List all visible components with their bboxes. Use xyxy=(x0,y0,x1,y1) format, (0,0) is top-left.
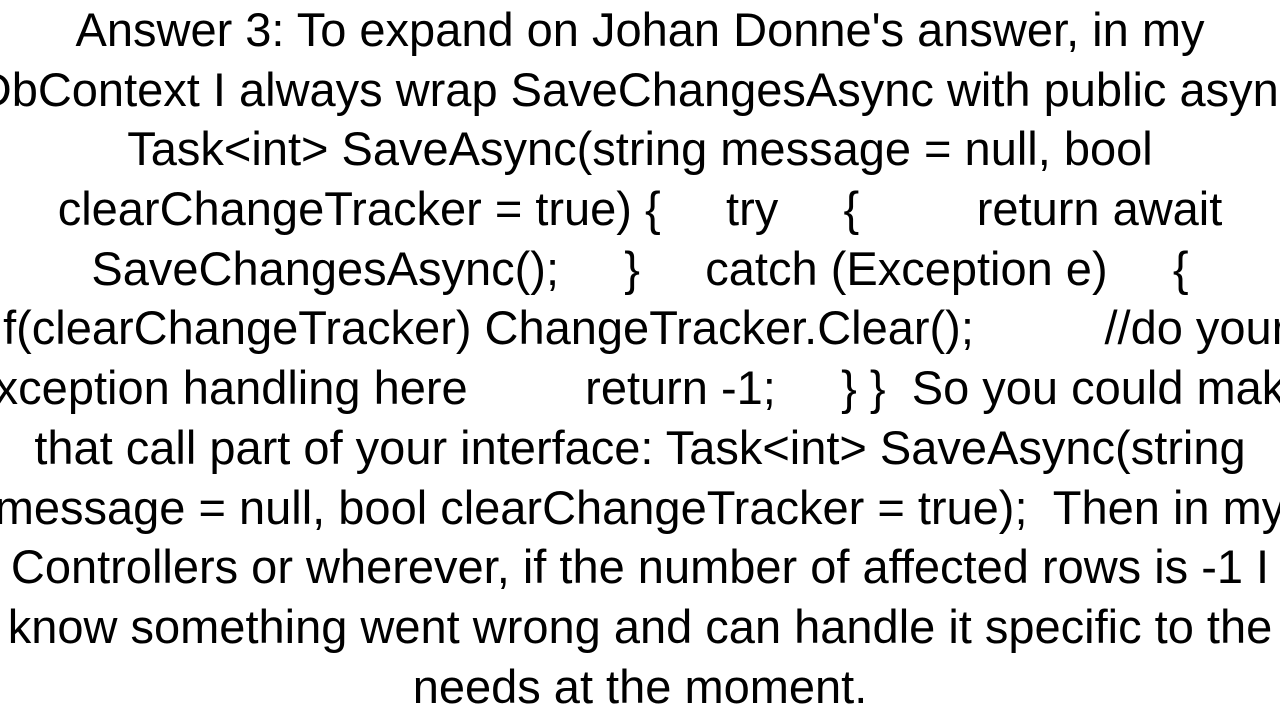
answer-label: Answer 3: xyxy=(76,3,285,56)
answer-text: Answer 3: To expand on Johan Donne's ans… xyxy=(0,0,1280,716)
answer-body: To expand on Johan Donne's answer, in my… xyxy=(0,3,1280,713)
